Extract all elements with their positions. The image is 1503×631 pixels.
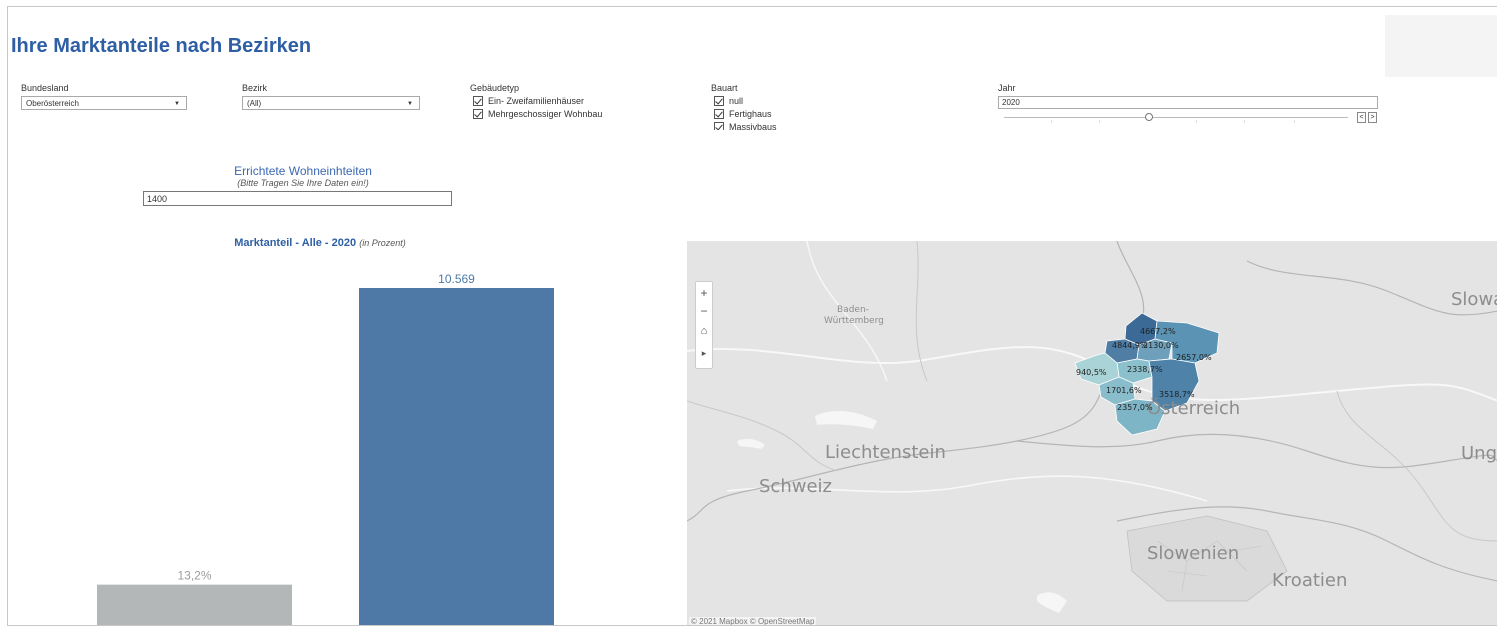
play-icon[interactable]: ▸ bbox=[696, 344, 712, 362]
bar-1[interactable] bbox=[97, 584, 292, 626]
jahr-slider-handle[interactable] bbox=[1145, 113, 1153, 121]
home-icon[interactable]: ⌂ bbox=[696, 322, 712, 340]
bundesland-dropdown[interactable]: Oberösterreich ▼ bbox=[21, 96, 187, 110]
bauart-option[interactable]: Massivbaus bbox=[714, 121, 777, 130]
map-attribution: © 2021 Mapbox © OpenStreetMap bbox=[689, 617, 817, 626]
chevron-down-icon: ▼ bbox=[407, 101, 413, 107]
chart-title-year: 2020 bbox=[331, 237, 357, 249]
chart-title-main: Marktanteil - Alle - bbox=[234, 237, 329, 249]
map-label-country: Slowenien bbox=[1147, 543, 1240, 564]
bundesland-label: Bundesland bbox=[21, 83, 69, 93]
map-label-country: Kroatien bbox=[1272, 570, 1348, 591]
district-value-label: 2130,0% bbox=[1143, 341, 1179, 350]
checkbox-checked-icon[interactable] bbox=[714, 109, 724, 119]
map-canvas[interactable] bbox=[687, 241, 1497, 626]
market-share-bar-chart: 13,2% 10.569 bbox=[97, 272, 554, 626]
bauart-scroll-area[interactable]: Massivbaus bbox=[714, 121, 834, 130]
district-value-label: 3518,7% bbox=[1159, 390, 1195, 399]
district-value-label: 1701,6% bbox=[1106, 386, 1142, 395]
map-label-country: Schweiz bbox=[759, 476, 832, 497]
option-label: Mehrgeschossiger Wohnbau bbox=[488, 109, 603, 119]
bar-2[interactable] bbox=[359, 288, 554, 626]
option-label: Massivbaus bbox=[729, 122, 777, 130]
map-label-country: Ung bbox=[1461, 443, 1497, 464]
checkbox-checked-icon[interactable] bbox=[714, 122, 724, 130]
district-value-label: 2338,7% bbox=[1127, 365, 1163, 374]
checkbox-checked-icon[interactable] bbox=[714, 96, 724, 106]
checkbox-checked-icon[interactable] bbox=[473, 96, 483, 106]
bauart-option[interactable]: Fertighaus bbox=[714, 108, 772, 120]
chevron-down-icon: ▼ bbox=[174, 101, 180, 107]
district-value-label: 2657,0% bbox=[1176, 353, 1212, 362]
district-value-label: 2357,0% bbox=[1117, 403, 1153, 412]
jahr-slider-track[interactable] bbox=[1004, 117, 1348, 118]
previous-year-button[interactable]: < bbox=[1357, 112, 1366, 123]
bar-value-label: 10.569 bbox=[438, 272, 475, 286]
gebaeudetyp-label: Gebäudetyp bbox=[470, 83, 520, 93]
map-label-region: Württemberg bbox=[824, 316, 884, 326]
next-year-button[interactable]: > bbox=[1368, 112, 1377, 123]
gebaeudetyp-option[interactable]: Ein- Zweifamilienhäuser bbox=[473, 95, 584, 107]
chart-title-unit: (in Prozent) bbox=[359, 238, 406, 248]
wohneinheiten-input[interactable]: 1400 bbox=[143, 191, 452, 206]
district-value-label: 4667,2% bbox=[1140, 327, 1176, 336]
jahr-value-field[interactable]: 2020 bbox=[998, 96, 1378, 109]
bezirk-label: Bezirk bbox=[242, 83, 268, 93]
zoom-in-button[interactable]: + bbox=[696, 284, 712, 302]
option-label: Ein- Zweifamilienhäuser bbox=[488, 96, 585, 106]
bezirk-dropdown[interactable]: (All) ▼ bbox=[242, 96, 420, 110]
chart-title: Marktanteil - Alle - 2020 (in Prozent) bbox=[8, 237, 632, 249]
bauart-label: Bauart bbox=[711, 83, 738, 93]
bundesland-value: Oberösterreich bbox=[26, 99, 79, 108]
wohneinheiten-title: Errichtete Wohneinhteiten bbox=[234, 164, 372, 178]
bezirk-value: (All) bbox=[247, 99, 262, 108]
placeholder-panel bbox=[1385, 15, 1497, 77]
zoom-out-button[interactable]: − bbox=[696, 302, 712, 320]
option-label: Fertighaus bbox=[729, 109, 772, 119]
map-label-country: Österreich bbox=[1147, 398, 1241, 419]
district-map[interactable]: Baden- Württemberg Slowa Liechtenstein S… bbox=[687, 241, 1497, 626]
map-label-country: Liechtenstein bbox=[825, 442, 946, 463]
jahr-label: Jahr bbox=[998, 83, 1016, 93]
map-label-region: Baden- bbox=[837, 305, 869, 315]
page-title: Ihre Marktanteile nach Bezirken bbox=[11, 35, 312, 57]
checkbox-checked-icon[interactable] bbox=[473, 109, 483, 119]
dashboard-frame: Ihre Marktanteile nach Bezirken Bundesla… bbox=[7, 6, 1497, 626]
bar-value-label: 13,2% bbox=[177, 569, 211, 583]
map-label-country: Slowa bbox=[1451, 289, 1497, 310]
map-zoom-controls: + − ⌂ ▸ bbox=[695, 281, 713, 369]
option-label: null bbox=[729, 96, 744, 106]
district-value-label: 940,5% bbox=[1076, 368, 1107, 377]
gebaeudetyp-option[interactable]: Mehrgeschossiger Wohnbau bbox=[473, 108, 602, 120]
wohneinheiten-hint: (Bitte Tragen Sie Ihre Daten ein!) bbox=[237, 178, 369, 188]
bauart-option[interactable]: null bbox=[714, 95, 743, 107]
